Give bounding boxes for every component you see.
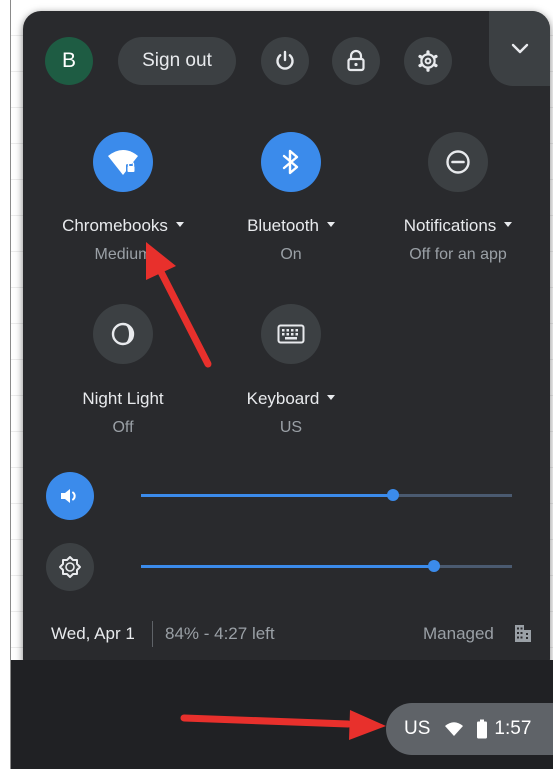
notifications-pod-label[interactable]: Notifications	[378, 216, 538, 236]
night-light-label: Night Light	[82, 389, 164, 408]
volume-icon	[61, 489, 76, 503]
bluetooth-icon	[282, 149, 299, 175]
brightness-slider-fill	[141, 565, 435, 568]
wifi-icon	[445, 722, 464, 736]
notifications-status: Off for an app	[409, 246, 507, 263]
footer-divider	[152, 621, 153, 647]
chevron-down-icon	[511, 43, 528, 53]
keyboard-menu-caret-icon	[327, 395, 336, 401]
status-tray-button[interactable]: US 1:57	[386, 703, 553, 755]
network-pod-label[interactable]: Chromebooks	[43, 216, 203, 236]
brightness-slider-thumb[interactable]	[428, 560, 441, 572]
keyboard-icon	[277, 324, 305, 344]
managed-label[interactable]: Managed	[423, 624, 494, 644]
settings-gear-icon	[418, 50, 438, 72]
battery-status-label: 84% - 4:27 left	[165, 624, 275, 643]
bluetooth-status: On	[280, 246, 302, 263]
user-avatar[interactable]: B	[45, 37, 93, 85]
battery-icon	[477, 719, 488, 739]
date-label[interactable]: Wed, Apr 1	[51, 624, 135, 644]
wifi-locked-icon	[108, 150, 138, 175]
tray-language-label: US	[404, 718, 431, 739]
notifications-menu-caret-icon	[504, 222, 513, 228]
network-toggle-button[interactable]	[93, 132, 153, 192]
network-status: Medium	[94, 246, 152, 263]
notifications-toggle-button[interactable]	[428, 132, 488, 192]
quick-settings-panel: B Sign out Chromebooks Medium Bluetooth …	[23, 11, 550, 677]
night-light-icon	[111, 322, 135, 346]
volume-mute-button[interactable]	[46, 472, 94, 520]
keyboard-layout: US	[279, 419, 303, 436]
lock-icon	[347, 49, 365, 72]
sign-out-button[interactable]: Sign out	[118, 37, 236, 85]
enterprise-building-icon[interactable]	[514, 623, 532, 643]
power-button[interactable]	[261, 37, 309, 85]
night-light-status: Off	[112, 419, 134, 436]
brightness-slider[interactable]	[141, 560, 512, 572]
network-name: Chromebooks	[62, 216, 168, 235]
network-menu-caret-icon	[175, 222, 184, 228]
keyboard-pod-label[interactable]: Keyboard	[211, 389, 371, 409]
volume-slider[interactable]	[141, 489, 512, 501]
volume-slider-thumb[interactable]	[387, 489, 400, 501]
settings-button[interactable]	[404, 37, 452, 85]
keyboard-toggle-button[interactable]	[261, 304, 321, 364]
bluetooth-pod-label[interactable]: Bluetooth	[211, 216, 371, 236]
brightness-button	[46, 543, 94, 591]
notifications-label: Notifications	[403, 216, 497, 235]
bluetooth-label: Bluetooth	[247, 216, 319, 235]
power-icon	[276, 50, 294, 70]
do-not-disturb-icon	[446, 150, 470, 174]
collapse-button[interactable]	[489, 11, 550, 86]
bluetooth-toggle-button[interactable]	[261, 132, 321, 192]
bluetooth-menu-caret-icon	[326, 222, 335, 228]
volume-slider-fill	[141, 494, 394, 497]
brightness-icon	[59, 556, 81, 578]
lock-button[interactable]	[332, 37, 380, 85]
night-light-toggle-button[interactable]	[93, 304, 153, 364]
keyboard-label: Keyboard	[246, 389, 320, 408]
tray-clock: 1:57	[494, 718, 532, 739]
